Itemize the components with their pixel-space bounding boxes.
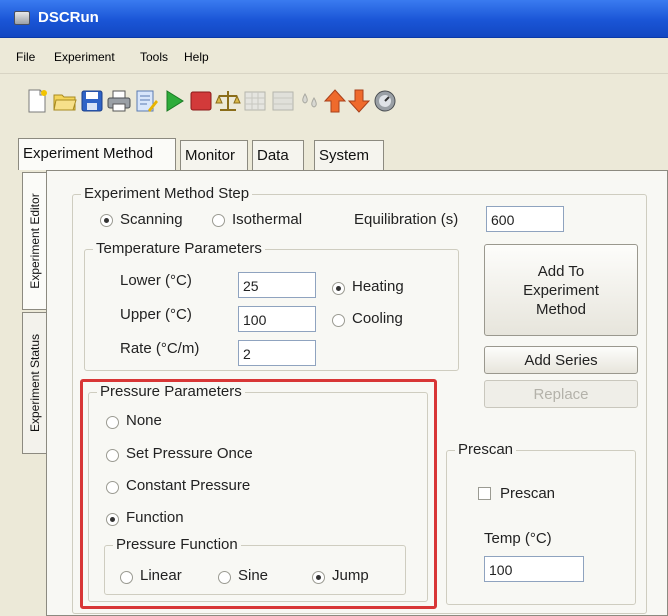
rate-label: Rate (°C/m) [120,340,200,357]
balance-icon[interactable] [215,88,241,114]
replace-button[interactable]: Replace [484,380,638,408]
isothermal-radio[interactable] [212,214,225,227]
group-legend: Temperature Parameters [93,240,265,257]
tab-label: Data [257,147,289,164]
upper-label: Upper (°C) [120,306,192,323]
sine-radio[interactable] [218,571,231,584]
tab-monitor[interactable]: Monitor [180,140,248,170]
jump-label: Jump [332,567,369,584]
cooling-label: Cooling [352,310,403,327]
menu-bar: File Experiment Tools Help [0,38,668,74]
lower-label: Lower (°C) [120,272,192,289]
set-pressure-once-label: Set Pressure Once [126,445,253,462]
title-bar: DSCRun [0,0,668,38]
app-icon [14,11,30,25]
pressure-none-radio[interactable] [106,416,119,429]
group-legend: Pressure Parameters [97,383,245,400]
tab-data[interactable]: Data [252,140,304,170]
edit-icon[interactable] [133,88,159,114]
linear-label: Linear [140,567,182,584]
linear-radio[interactable] [120,571,133,584]
open-icon[interactable] [52,88,78,114]
prescan-checkbox[interactable] [478,487,491,500]
heating-label: Heating [352,278,404,295]
tab-experiment-status[interactable]: Experiment Status [22,312,46,454]
tab-label: System [319,147,370,164]
add-to-method-button[interactable]: Add To Experiment Method [484,244,638,336]
menu-experiment[interactable]: Experiment [54,50,115,64]
pressure-none-label: None [126,412,162,429]
rate-input[interactable]: 2 [238,340,316,366]
add-series-button[interactable]: Add Series [484,346,638,374]
tab-system[interactable]: System [314,140,384,170]
grid2-icon[interactable] [270,88,296,114]
function-label: Function [126,509,184,526]
menu-file[interactable]: File [16,50,35,64]
arrow-down-icon[interactable] [346,88,372,114]
drops-icon[interactable] [297,88,323,114]
menu-tools[interactable]: Tools [140,50,168,64]
arrow-up-icon[interactable] [322,88,348,114]
save-icon[interactable] [79,88,105,114]
scanning-label: Scanning [120,211,183,228]
group-legend: Prescan [455,441,517,458]
grid-icon[interactable] [242,88,268,114]
function-radio[interactable] [106,513,119,526]
tab-label: Experiment Method [23,145,154,162]
set-pressure-once-radio[interactable] [106,449,119,462]
equilibration-label: Equilibration (s) [354,211,459,228]
tab-label: Experiment Editor [27,193,42,289]
stop-icon[interactable] [188,88,214,114]
tab-label: Experiment Status [27,333,42,433]
prescan-checkbox-label: Prescan [500,485,556,502]
tab-experiment-method[interactable]: Experiment Method [18,138,176,170]
prescan-temp-input[interactable]: 100 [484,556,584,582]
button-label: Add To Experiment Method [523,262,599,318]
constant-pressure-radio[interactable] [106,481,119,494]
heating-radio[interactable] [332,282,345,295]
sine-label: Sine [238,567,269,584]
menu-help[interactable]: Help [184,50,209,64]
print-icon[interactable] [106,88,132,114]
run-icon[interactable] [161,88,187,114]
prescan-temp-label: Temp (°C) [484,530,552,547]
isothermal-label: Isothermal [232,211,303,228]
group-legend: Experiment Method Step [81,185,253,202]
window-title: DSCRun [38,9,99,26]
lower-input[interactable]: 25 [238,272,316,298]
gauge-icon[interactable] [372,88,398,114]
group-legend: Pressure Function [113,536,241,553]
cooling-radio[interactable] [332,314,345,327]
tab-experiment-editor[interactable]: Experiment Editor [22,172,46,310]
equilibration-input[interactable]: 600 [486,206,564,232]
toolbar [0,74,668,128]
jump-radio[interactable] [312,571,325,584]
new-icon[interactable] [24,88,50,114]
constant-pressure-label: Constant Pressure [126,477,251,494]
scanning-radio[interactable] [100,214,113,227]
tab-label: Monitor [185,147,236,164]
upper-input[interactable]: 100 [238,306,316,332]
